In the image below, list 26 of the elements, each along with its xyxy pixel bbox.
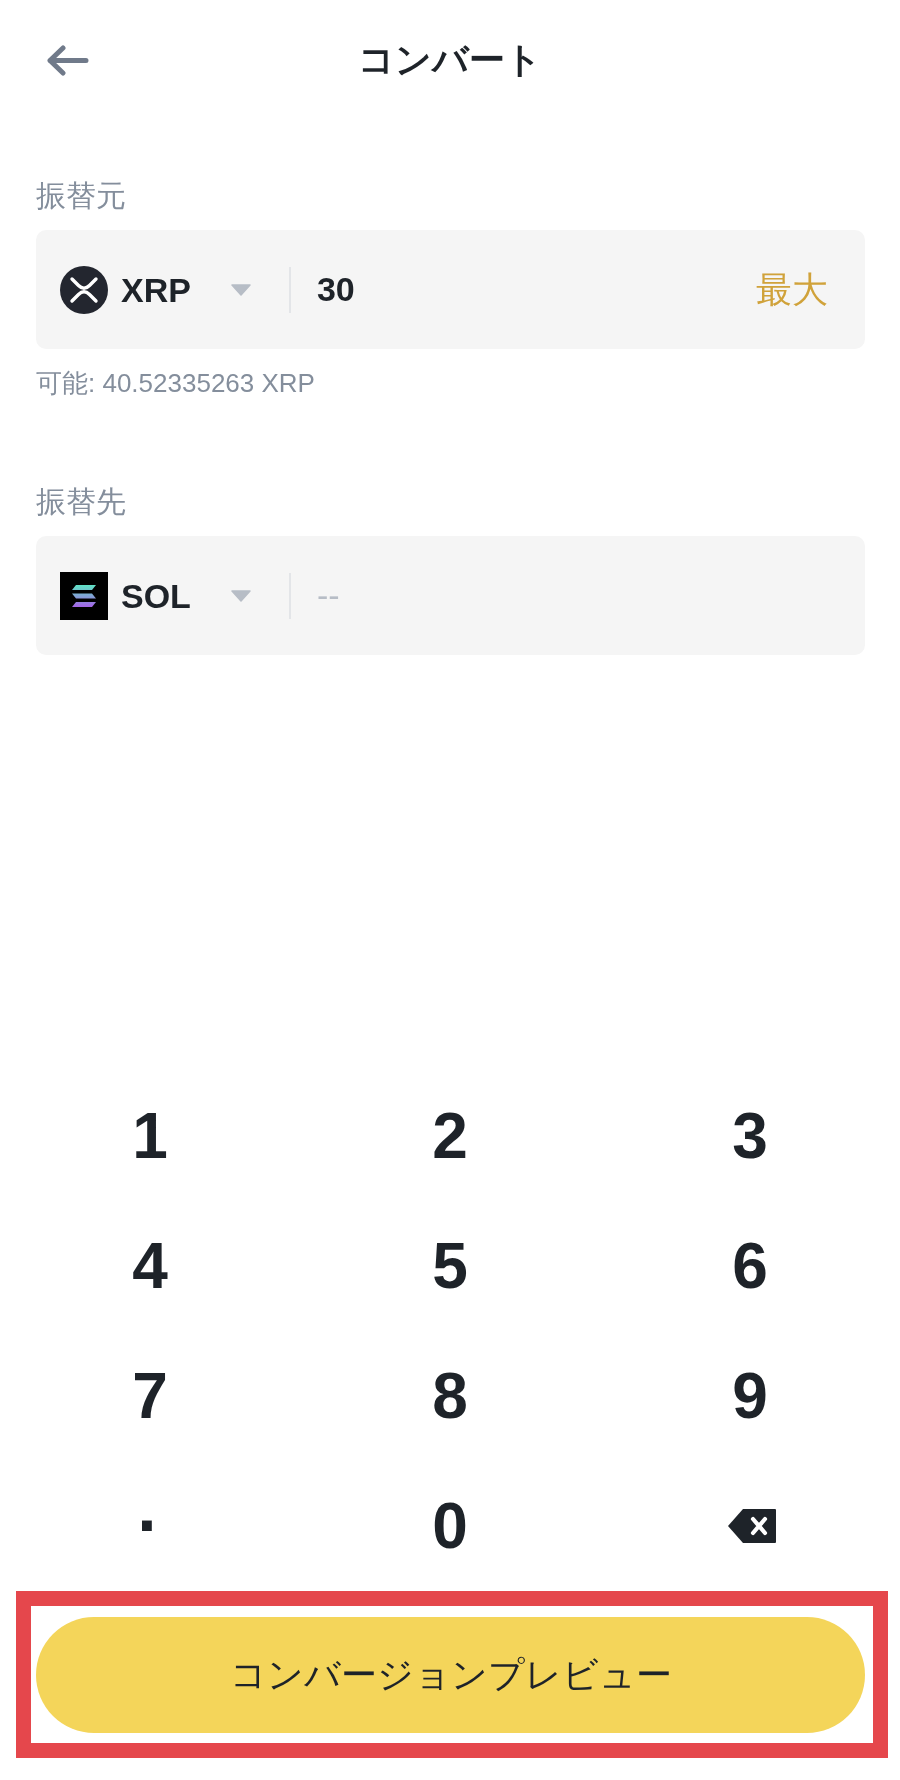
striped-square-icon: [60, 571, 108, 620]
coin-selector[interactable]: XRP: [60, 265, 251, 314]
section-label: 振替元: [36, 178, 126, 214]
keypad-key[interactable]: 2: [432, 1104, 468, 1168]
preview-button[interactable]: コンバージョンプレビュー: [36, 1617, 865, 1733]
keypad-key[interactable]: 5: [432, 1234, 468, 1298]
keypad-key[interactable]: 6: [732, 1234, 768, 1298]
keypad-key[interactable]: 1: [132, 1104, 168, 1168]
caret-down-icon: [230, 589, 251, 602]
available-balance: 可能: 40.52335263 XRP: [36, 367, 315, 400]
amount-input[interactable]: --: [316, 573, 828, 618]
coin-selector[interactable]: SOL: [60, 571, 251, 620]
keypad-key[interactable]: 8: [432, 1364, 468, 1428]
caret-down-icon: [230, 283, 251, 296]
keypad-key[interactable]: 3: [732, 1104, 768, 1168]
keypad-key[interactable]: 0: [432, 1494, 468, 1558]
amount-input[interactable]: 30: [316, 267, 756, 312]
backspace-icon[interactable]: [728, 1509, 776, 1543]
back-arrow-icon[interactable]: [46, 44, 89, 76]
x-circle-icon: [60, 265, 108, 314]
section-label: 振替先: [36, 484, 126, 520]
keypad-key[interactable]: 4: [132, 1234, 168, 1298]
keypad-key[interactable]: 7: [132, 1364, 168, 1428]
page-title: コンバート: [358, 38, 542, 82]
keypad-key[interactable]: 9: [732, 1364, 768, 1428]
decimal-key[interactable]: ·: [136, 1498, 158, 1554]
